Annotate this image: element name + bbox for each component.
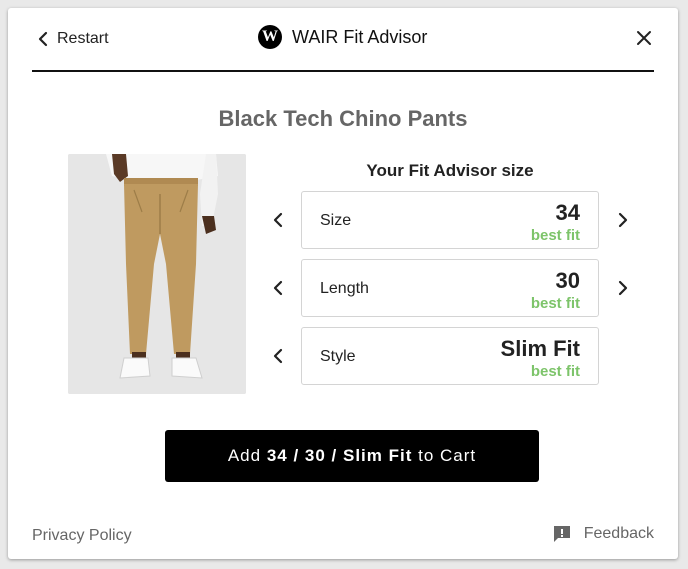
- close-button[interactable]: [636, 30, 652, 51]
- chevron-left-icon: [273, 280, 283, 296]
- restart-button[interactable]: Restart: [38, 30, 109, 48]
- fit-advisor-modal: Restart W WAIR Fit Advisor Black Tech Ch…: [8, 8, 678, 559]
- logo-letter: W: [262, 28, 278, 45]
- wair-logo-icon: W: [258, 25, 282, 49]
- length-label: Length: [320, 280, 369, 297]
- app-title: WAIR Fit Advisor: [292, 26, 428, 47]
- size-next-button[interactable]: [613, 210, 633, 230]
- size-value: 34: [555, 200, 580, 225]
- style-option[interactable]: Style Slim Fit best fit: [301, 327, 599, 385]
- cart-style: Slim Fit: [343, 446, 413, 465]
- advisor-title: Your Fit Advisor size: [366, 161, 534, 180]
- length-prev-button[interactable]: [268, 278, 288, 298]
- style-prev-button[interactable]: [268, 346, 288, 366]
- chevron-left-icon: [273, 348, 283, 364]
- privacy-policy-link[interactable]: Privacy Policy: [32, 527, 132, 545]
- style-label: Style: [320, 348, 356, 365]
- cart-separator: /: [325, 446, 343, 465]
- cart-suffix: to Cart: [412, 446, 477, 465]
- close-icon: [637, 31, 651, 45]
- chevron-right-icon: [618, 212, 628, 228]
- chevron-right-icon: [618, 280, 628, 296]
- product-title: Black Tech Chino Pants: [218, 106, 468, 131]
- size-fit-badge: best fit: [530, 227, 580, 244]
- feedback-icon: [553, 526, 570, 542]
- length-option[interactable]: Length 30 best fit: [301, 259, 599, 317]
- size-prev-button[interactable]: [268, 210, 288, 230]
- header: Restart W WAIR Fit Advisor: [32, 8, 654, 72]
- style-fit-badge: best fit: [530, 363, 580, 380]
- cart-prefix: Add: [227, 446, 267, 465]
- brand: W WAIR Fit Advisor: [258, 25, 427, 49]
- cart-length: 30: [304, 446, 326, 465]
- length-next-button[interactable]: [613, 278, 633, 298]
- chevron-left-icon: [38, 31, 48, 47]
- size-option[interactable]: Size 34 best fit: [301, 191, 599, 249]
- length-fit-badge: best fit: [530, 295, 580, 312]
- restart-label: Restart: [57, 30, 109, 47]
- add-to-cart-button[interactable]: Add 34 / 30 / Slim Fit to Cart: [165, 430, 539, 482]
- product-image: [68, 154, 246, 394]
- feedback-label: Feedback: [583, 525, 654, 542]
- feedback-button[interactable]: Feedback: [552, 524, 654, 544]
- length-value: 30: [555, 268, 580, 293]
- size-label: Size: [320, 212, 352, 229]
- style-value: Slim Fit: [500, 336, 580, 361]
- chevron-left-icon: [273, 212, 283, 228]
- cart-separator: /: [287, 446, 305, 465]
- cart-size: 34: [266, 446, 288, 465]
- chino-pants-illustration: [68, 154, 246, 394]
